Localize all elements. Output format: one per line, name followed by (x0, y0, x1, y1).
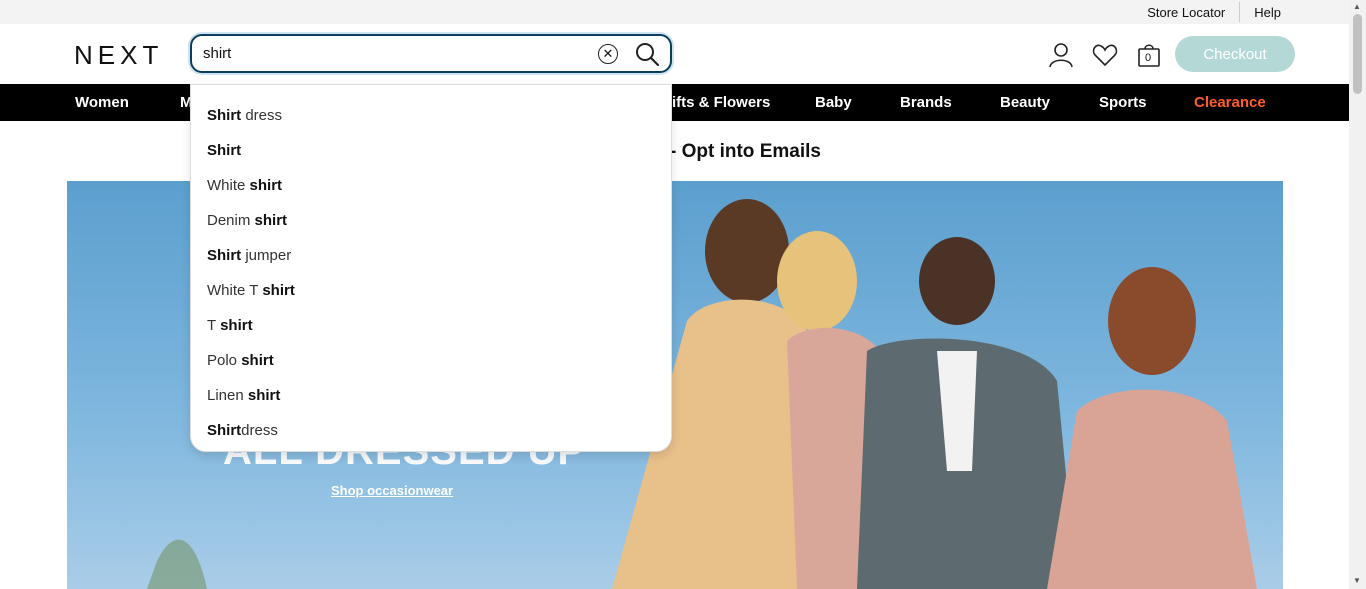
suggestion-match: Shirt (207, 106, 242, 124)
help-link[interactable]: Help (1240, 5, 1295, 20)
checkout-button[interactable]: Checkout (1175, 36, 1295, 72)
suggestion-rest: dress (241, 106, 283, 124)
nav-item-gifts-flowers[interactable]: ifts & Flowers (672, 94, 770, 111)
suggestion-item[interactable]: White shirt (191, 170, 671, 205)
suggestion-item[interactable]: Shirt jumper (191, 240, 671, 275)
header: NEXT ✕ 0 Checkout (0, 24, 1349, 84)
logo[interactable]: NEXT (74, 40, 163, 71)
nav-item-women[interactable]: Women (75, 94, 129, 111)
scroll-up-icon[interactable]: ▲ (1353, 2, 1361, 11)
suggestion-match: Shirt (207, 421, 242, 439)
scroll-down-icon[interactable]: ▼ (1353, 576, 1361, 585)
suggestion-item[interactable]: Denim shirt (191, 205, 671, 240)
suggestion-rest: Polo (207, 351, 242, 369)
utility-bar: Store Locator Help (0, 0, 1349, 24)
search-input[interactable] (203, 45, 598, 62)
suggestion-match: shirt (220, 316, 253, 334)
suggestion-match: shirt (241, 351, 274, 369)
scroll-thumb[interactable] (1353, 14, 1362, 94)
suggestion-match: shirt (262, 281, 295, 299)
nav-item-clearance[interactable]: Clearance (1194, 94, 1266, 111)
suggestion-match: shirt (247, 386, 281, 404)
nav-item-beauty[interactable]: Beauty (1000, 94, 1050, 111)
suggestion-rest: T (207, 316, 221, 334)
suggestion-item[interactable]: Shirt dress (191, 100, 671, 135)
suggestion-rest: Denim (207, 211, 255, 229)
suggestion-rest: White (207, 176, 250, 194)
search-suggestions: Shirt dress Shirt White shirt Denim shirt Sh… (190, 84, 672, 452)
store-locator-link[interactable]: Store Locator (1133, 5, 1239, 20)
scrollbar[interactable]: ▲ ▼ (1349, 0, 1366, 589)
nav-item-brands[interactable]: Brands (900, 94, 952, 111)
shop-occasionwear-link[interactable]: Shop occasionwear (331, 483, 453, 498)
suggestion-item[interactable]: Shirt (191, 135, 671, 170)
suggestion-match: Shirt (207, 246, 242, 264)
suggestion-item[interactable]: T shirt (191, 310, 671, 345)
bag-icon[interactable]: 0 (1136, 42, 1162, 68)
suggestion-rest: jumper (241, 246, 292, 264)
suggestion-rest: dress (241, 421, 278, 439)
heart-icon[interactable] (1092, 42, 1118, 68)
suggestion-item[interactable]: White T shirt (191, 275, 671, 310)
suggestion-match: Shirt (207, 141, 242, 159)
bag-count: 0 (1145, 52, 1152, 64)
suggestion-match: shirt (249, 176, 283, 194)
account-icon[interactable] (1048, 42, 1074, 68)
suggestion-item[interactable]: Polo shirt (191, 345, 671, 380)
nav-item-sports[interactable]: Sports (1099, 94, 1147, 111)
suggestion-rest: White T (207, 281, 263, 299)
search-icon[interactable] (634, 41, 660, 67)
promo-text[interactable]: - Opt into Emails (670, 141, 821, 163)
search-bar: ✕ (190, 34, 672, 73)
suggestion-item[interactable]: Shirt dress (191, 415, 671, 450)
nav-item-baby[interactable]: Baby (815, 94, 852, 111)
suggestion-item[interactable]: Linen shirt (191, 380, 671, 415)
suggestion-rest: Linen (207, 386, 248, 404)
page: Store Locator Help NEXT ✕ 0 C (0, 0, 1366, 589)
close-icon[interactable]: ✕ (598, 43, 618, 64)
suggestion-match: shirt (254, 211, 288, 229)
